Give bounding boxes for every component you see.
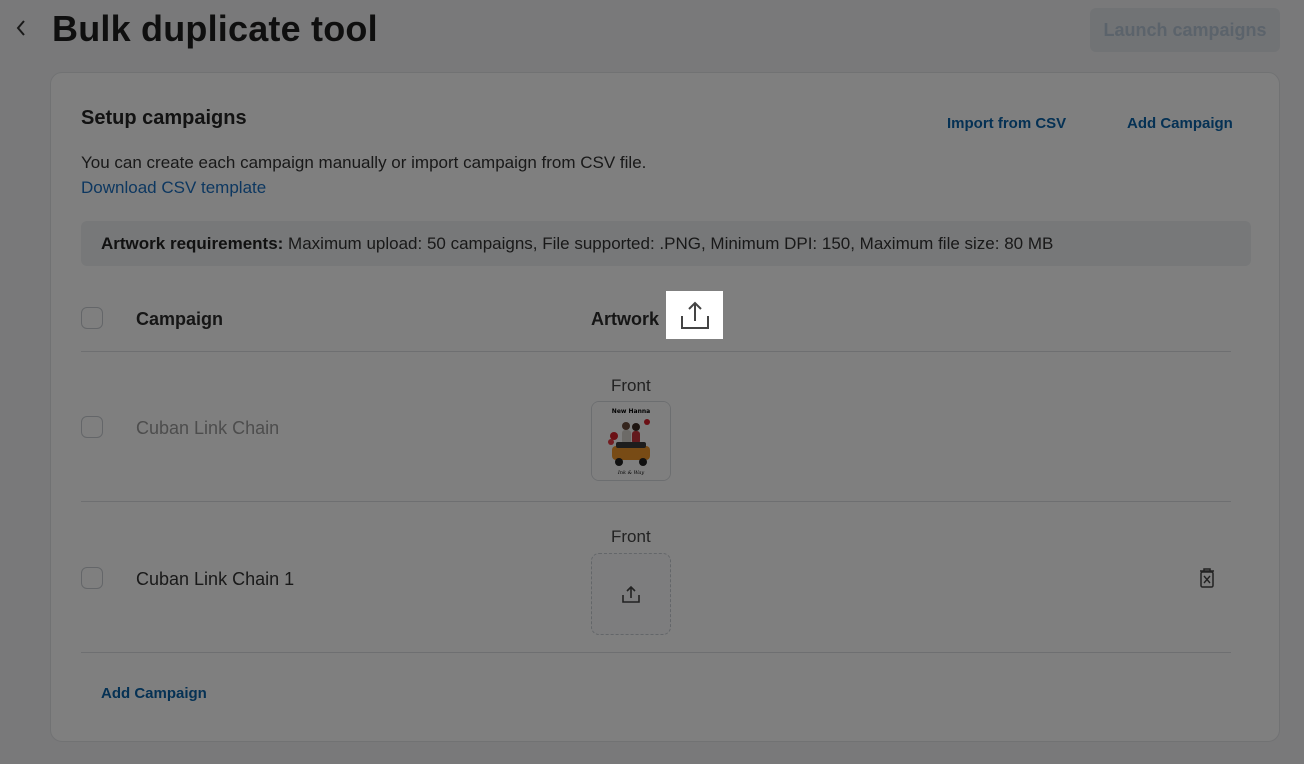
setup-title: Setup campaigns (81, 107, 247, 129)
import-csv-link[interactable]: Import from CSV (947, 115, 1066, 132)
highlighted-upload-button[interactable] (666, 291, 723, 339)
thumb-caption-bottom: Ink & Way (617, 470, 645, 476)
table-header: Campaign Artwork (81, 291, 1231, 352)
artwork-thumbnail[interactable]: New Hanna Ink & Way (591, 401, 671, 481)
campaign-name: Cuban Link Chain 1 (136, 569, 295, 589)
delete-campaign-button[interactable] (1196, 566, 1218, 590)
add-campaign-link-bottom[interactable]: Add Campaign (101, 685, 207, 702)
requirements-text: Maximum upload: 50 campaigns, File suppo… (283, 234, 1054, 253)
download-csv-template-link[interactable]: Download CSV template (81, 178, 266, 198)
setup-description: You can create each campaign manually or… (81, 153, 647, 172)
table-row: Cuban Link Chain Front New Hanna Ink & W… (81, 351, 1231, 502)
campaign-name: Cuban Link Chain (136, 418, 280, 438)
artwork-requirements: Artwork requirements: Maximum upload: 50… (81, 221, 1251, 266)
setup-card: Setup campaigns Import from CSV Add Camp… (50, 72, 1280, 742)
back-button[interactable] (10, 14, 32, 42)
requirements-label: Artwork requirements: (101, 234, 284, 253)
launch-campaigns-button[interactable]: Launch campaigns (1090, 8, 1280, 52)
thumb-caption-top: New Hanna (612, 408, 650, 415)
column-campaign: Campaign (136, 309, 224, 329)
artwork-side-label: Front (611, 527, 651, 546)
trash-icon (1200, 568, 1214, 588)
column-artwork: Artwork (591, 309, 660, 329)
artwork-side-label: Front (611, 376, 651, 395)
row-checkbox[interactable] (81, 416, 103, 438)
page: Bulk duplicate tool Launch campaigns Set… (0, 0, 1304, 764)
select-all-checkbox[interactable] (81, 307, 103, 329)
chevron-left-icon (16, 20, 25, 36)
row-checkbox[interactable] (81, 567, 103, 589)
page-title: Bulk duplicate tool (52, 8, 378, 49)
table-row: Cuban Link Chain 1 Front (81, 502, 1231, 653)
upload-icon (680, 301, 709, 329)
upload-icon (622, 585, 640, 603)
artwork-upload-dropzone[interactable] (591, 553, 671, 635)
add-campaign-link-top[interactable]: Add Campaign (1127, 115, 1233, 132)
artwork-image: New Hanna Ink & Way (592, 402, 670, 480)
